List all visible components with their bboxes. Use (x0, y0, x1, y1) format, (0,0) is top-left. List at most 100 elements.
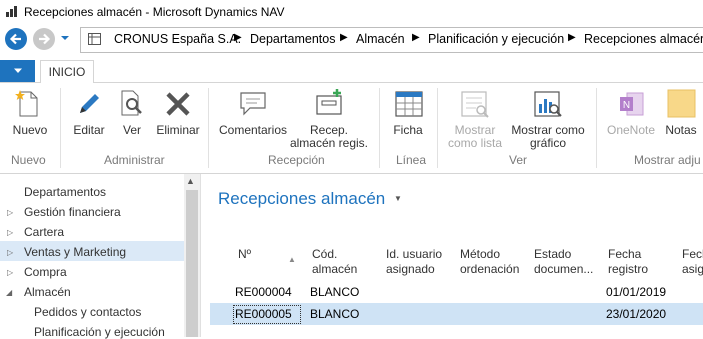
posted-receipt-icon (316, 89, 342, 115)
ficha-button[interactable]: Ficha (384, 86, 432, 150)
onenote-icon: N (620, 92, 644, 116)
sort-ascending-icon[interactable]: ▲ (288, 255, 296, 264)
breadcrumb-item-almacen[interactable]: Almacén (356, 32, 405, 46)
column-header-line: ordenación (460, 262, 520, 276)
pencil-icon (80, 94, 99, 113)
column-header-line: Nº (238, 247, 252, 261)
cell-no: RE000004 (235, 285, 292, 299)
back-button[interactable] (5, 28, 27, 50)
column-header-line: Id. usuario (386, 247, 443, 261)
eliminar-label: Eliminar (156, 123, 200, 137)
breadcrumb-item-departamentos[interactable]: Departamentos (250, 32, 335, 46)
caret-down-icon (13, 68, 22, 73)
column-header-line: asig (682, 262, 703, 276)
notas-label: Notas (665, 123, 697, 137)
delete-x-icon (166, 92, 190, 116)
ribbon-tab-row (0, 58, 703, 83)
column-header-id-usuario[interactable]: Id. usuario asignado (386, 247, 442, 277)
arrow-left-icon (9, 33, 21, 45)
column-header-line: almacén (312, 262, 358, 276)
group-label-mostrar-adjuntos: Mostrar adju (634, 153, 701, 167)
column-header-line: asignado (386, 262, 435, 276)
ribbon-divider (437, 88, 438, 168)
breadcrumb-item-company[interactable]: CRONUS España S.A. (114, 32, 241, 46)
mostrar-grafico-label-2: gráfico (529, 136, 567, 150)
nav-item-departamentos[interactable]: Departamentos (24, 185, 106, 199)
nav-item-almacen[interactable]: Almacén (24, 285, 71, 299)
column-header-estado[interactable]: Estado documen... (534, 247, 593, 277)
group-label-nuevo: Nuevo (11, 153, 46, 167)
nav-item-compra[interactable]: Compra (24, 265, 67, 279)
nuevo-label: Nuevo (12, 123, 48, 137)
ribbon-divider (208, 88, 209, 168)
editar-label: Editar (73, 123, 105, 137)
onenote-label: OneNote (606, 123, 656, 137)
group-label-recepcion: Recepción (268, 153, 325, 167)
collapse-triangle-icon[interactable]: ◢ (6, 288, 12, 297)
notas-button[interactable]: Notas (662, 86, 703, 150)
editar-button[interactable]: Editar (66, 86, 112, 150)
cell-almacen: BLANCO (310, 307, 360, 321)
ribbon-divider (596, 88, 597, 168)
ver-label: Ver (122, 123, 141, 137)
tab-inicio[interactable]: INICIO (40, 60, 94, 84)
column-header-metodo[interactable]: Método ordenación (460, 247, 519, 277)
mostrar-como-lista-button[interactable]: Mostrar como lista (442, 86, 508, 150)
scroll-up-arrow-icon[interactable]: ▲ (186, 176, 195, 186)
ficha-label: Ficha (393, 123, 423, 137)
cell-almacen: BLANCO (310, 285, 360, 299)
breadcrumb-item-planificacion[interactable]: Planificación y ejecución (428, 32, 564, 46)
arrow-right-icon (39, 33, 51, 45)
column-header-line: Fecha (608, 247, 642, 261)
chart-view-icon (534, 91, 562, 117)
new-document-icon (15, 90, 38, 117)
expand-triangle-icon[interactable]: ▷ (7, 248, 13, 257)
comment-icon (240, 92, 266, 116)
window-title: Recepciones almacén - Microsoft Dynamics… (24, 5, 285, 19)
forward-button[interactable] (33, 28, 55, 50)
column-header-no[interactable]: Nº (238, 247, 251, 262)
expand-triangle-icon[interactable]: ▷ (7, 208, 13, 217)
page-title[interactable]: Recepciones almacén (218, 189, 385, 209)
column-header-line: registro (608, 262, 649, 276)
svg-text:N: N (623, 100, 630, 111)
chevron-right-icon: ▶ (412, 32, 420, 43)
ver-button[interactable]: Ver (114, 86, 150, 150)
chevron-right-icon: ▶ (234, 32, 242, 43)
nav-item-cartera[interactable]: Cartera (24, 225, 64, 239)
title-dropdown-icon[interactable]: ▼ (394, 194, 402, 203)
column-header-line: documen... (534, 262, 594, 276)
group-label-administrar: Administrar (104, 153, 165, 167)
eliminar-button[interactable]: Eliminar (154, 86, 202, 150)
nav-item-pedidos-contactos[interactable]: Pedidos y contactos (34, 305, 141, 319)
onenote-button[interactable]: N OneNote (602, 86, 660, 150)
history-dropdown-icon[interactable] (60, 33, 70, 43)
comentarios-button[interactable]: Comentarios (214, 86, 292, 150)
column-header-line: Método (460, 247, 501, 261)
cell-fecha-registro: 01/01/2019 (606, 285, 667, 299)
application-menu-button[interactable] (0, 60, 35, 82)
column-header-line: Cód. (312, 247, 338, 261)
comentarios-label: Comentarios (218, 123, 288, 137)
recep-almacen-regis-button[interactable]: Recep. almacén regis. (284, 86, 374, 150)
nuevo-button[interactable]: Nuevo (4, 86, 56, 150)
list-view-icon (461, 91, 489, 118)
column-header-fecha-asig[interactable]: Fech asig (682, 247, 703, 277)
breadcrumb-item-recepciones[interactable]: Recepciones almacén (584, 32, 703, 46)
ribbon-divider (60, 88, 61, 168)
table-row[interactable]: RE000004 BLANCO 01/01/2019 (210, 282, 703, 304)
note-icon (667, 89, 696, 118)
group-label-ver: Ver (509, 153, 528, 167)
column-header-line: Estado (534, 247, 572, 261)
expand-triangle-icon[interactable]: ▷ (7, 268, 13, 277)
expand-triangle-icon[interactable]: ▷ (7, 228, 13, 237)
nav-item-ventas-marketing[interactable]: Ventas y Marketing (24, 245, 126, 259)
navigation-grid-icon[interactable] (88, 33, 101, 45)
column-header-fecha-registro[interactable]: Fecha registro (608, 247, 648, 277)
chevron-right-icon: ▶ (568, 32, 576, 43)
nav-scrollbar-thumb[interactable] (186, 190, 198, 337)
column-header-cod-almacen[interactable]: Cód. almacén (312, 247, 357, 277)
ribbon-divider (379, 88, 380, 168)
mostrar-como-grafico-button[interactable]: Mostrar como gráfico (508, 86, 588, 150)
nav-item-gestion-financiera[interactable]: Gestión financiera (24, 205, 121, 219)
